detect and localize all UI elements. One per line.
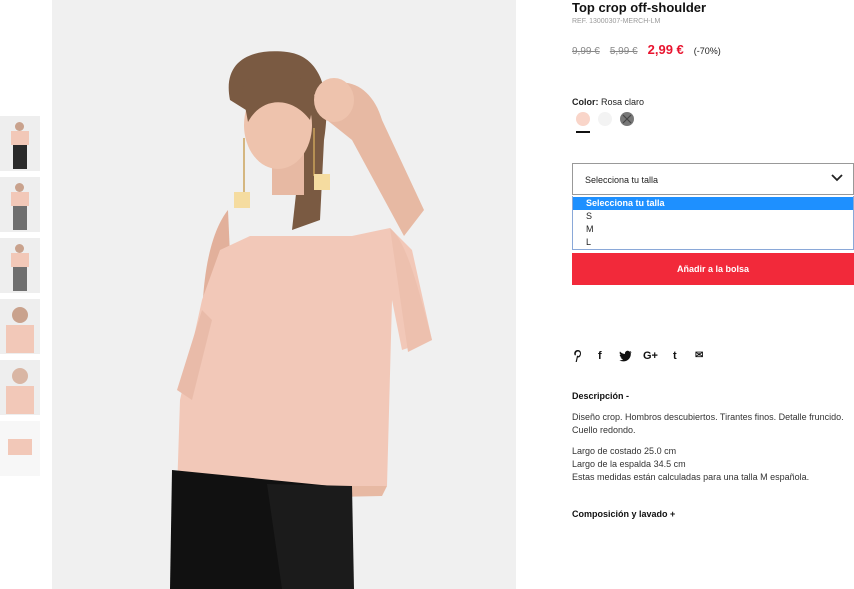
composition-toggle[interactable]: Composición y lavado + (572, 509, 675, 519)
thumb-pants (13, 206, 27, 230)
pinterest-icon[interactable] (573, 349, 583, 363)
tumblr-icon[interactable]: t (673, 349, 677, 363)
measure-line-2: Largo de la espalda 34.5 cm (572, 459, 686, 469)
google-plus-icon[interactable]: G+ (643, 349, 658, 363)
thumb-top (11, 253, 29, 267)
size-option-s[interactable]: S (573, 210, 853, 223)
thumb-top (8, 439, 32, 455)
email-icon[interactable]: ✉ (695, 349, 703, 363)
price-row: 9,99 € 5,99 € 2,99 € (-70%) (572, 42, 721, 57)
product-title: Top crop off-shoulder (572, 0, 707, 15)
thumb-top (6, 325, 34, 353)
thumb-top (6, 386, 34, 414)
color-value: Rosa claro (601, 97, 645, 107)
original-price: 9,99 € (572, 46, 600, 57)
size-select-value: Selecciona tu talla (585, 175, 659, 185)
previous-price: 5,99 € (609, 46, 638, 57)
size-option-m[interactable]: M (573, 223, 853, 236)
sale-price: 2,99 € (647, 42, 684, 57)
main-product-image (52, 0, 516, 589)
thumbnail-4[interactable] (0, 299, 40, 354)
discount-percent: (-70%) (693, 46, 721, 56)
thumb-head (15, 122, 24, 131)
thumb-pants (13, 145, 27, 169)
product-reference: REF. 13000307-MERCH-LM (572, 18, 661, 25)
swatch-selected-indicator (576, 131, 590, 133)
color-label: Color: (572, 97, 599, 107)
swatch-rosa-claro[interactable] (576, 112, 590, 126)
description-toggle[interactable]: Descripción - (572, 391, 629, 401)
thumb-top (11, 131, 29, 145)
size-select[interactable]: Selecciona tu talla (572, 163, 854, 195)
thumb-head (12, 368, 28, 384)
size-option-placeholder[interactable]: Selecciona tu talla (573, 197, 853, 210)
thumb-pants (13, 267, 27, 291)
measure-line-1: Largo de costado 25.0 cm (572, 446, 677, 456)
thumbnail-1[interactable] (0, 116, 40, 171)
thumbnail-6[interactable] (0, 421, 40, 476)
unavailable-cross-icon (622, 114, 632, 124)
swatch-gris[interactable] (620, 112, 634, 126)
thumbnail-3[interactable] (0, 238, 40, 293)
description-text: Diseño crop. Hombros descubiertos. Tiran… (572, 412, 844, 435)
model-illustration (52, 0, 516, 589)
thumb-head (12, 307, 28, 323)
size-option-l[interactable]: L (573, 236, 853, 249)
thumb-head (15, 183, 24, 192)
thumbnail-2[interactable] (0, 177, 40, 232)
thumbnail-5[interactable] (0, 360, 40, 415)
measure-line-3: Estas medidas están calculadas para una … (572, 472, 810, 482)
chevron-down-icon (831, 174, 843, 182)
size-dropdown-list: Selecciona tu talla S M L (572, 196, 854, 250)
thumb-head (15, 244, 24, 253)
facebook-icon[interactable]: f (598, 349, 602, 363)
add-to-bag-button[interactable]: Añadir a la bolsa (572, 253, 854, 285)
swatch-blanco[interactable] (598, 112, 612, 126)
thumb-top (11, 192, 29, 206)
twitter-icon[interactable] (619, 349, 632, 363)
color-label-row: Color: Rosa claro (572, 97, 644, 107)
